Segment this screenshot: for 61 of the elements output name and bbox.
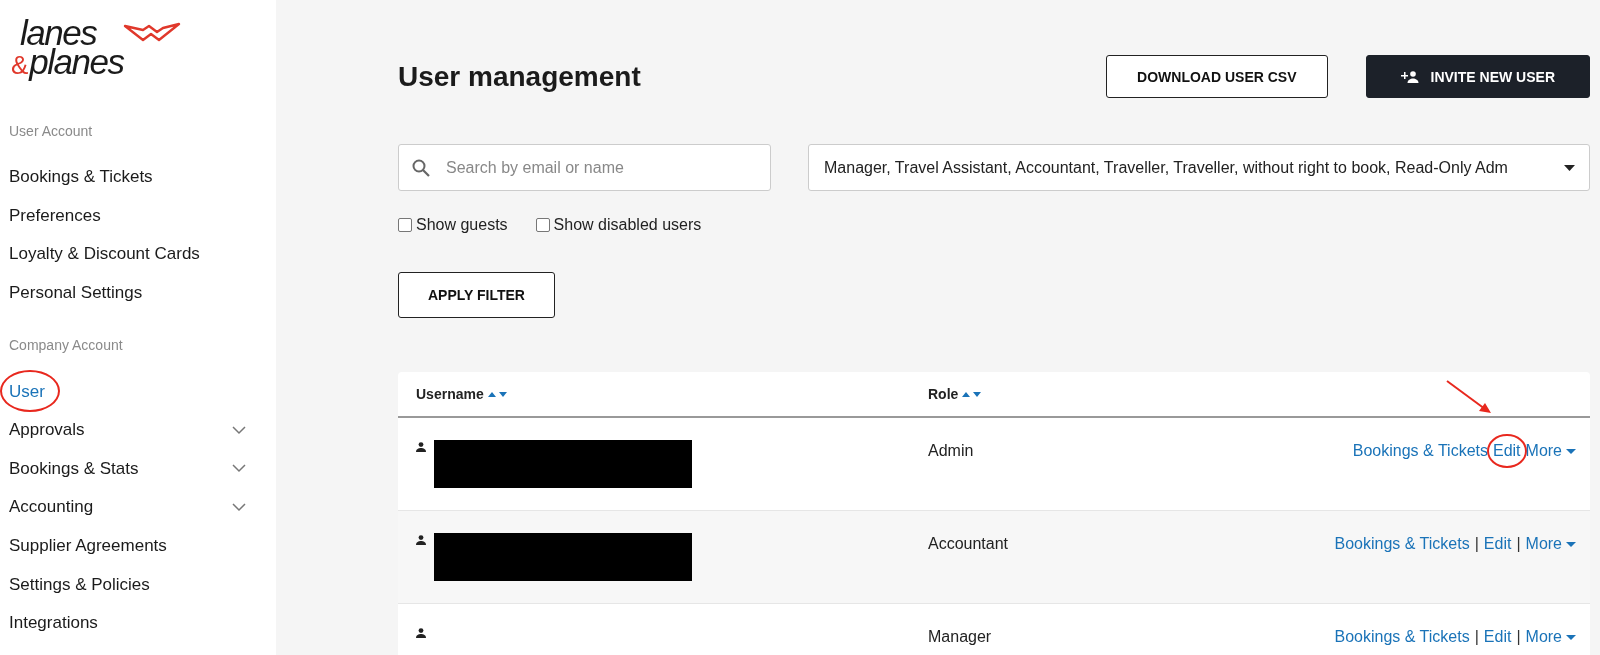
person-icon <box>416 628 426 638</box>
section-heading: Company Account <box>9 336 124 356</box>
action-link[interactable]: Bookings & Tickets <box>1334 628 1470 646</box>
invite-button[interactable]: INVITE NEW USER <box>1365 55 1590 98</box>
column-label: Username <box>416 386 484 402</box>
more-menu-link[interactable]: More <box>1525 628 1576 646</box>
sidebar-item[interactable]: User <box>9 372 246 411</box>
download-button[interactable]: DOWNLOAD USER CSV <box>1106 55 1328 98</box>
checkbox-option[interactable]: Show guests <box>398 216 508 234</box>
person-icon <box>416 442 426 452</box>
chevron-down-icon <box>232 464 246 474</box>
action-link[interactable]: Edit <box>1483 628 1512 646</box>
annotation-arrow <box>1444 379 1493 415</box>
separator-text: | <box>1516 628 1521 646</box>
chevron-down-icon <box>232 425 246 435</box>
action-link[interactable]: Bookings & Tickets <box>1334 535 1470 553</box>
checkbox[interactable] <box>398 218 412 232</box>
annotation-circle <box>0 370 60 413</box>
sidebar-item[interactable]: Loyalty & Discount Cards <box>9 235 246 274</box>
page-title: User management <box>398 60 641 93</box>
sidebar-item[interactable]: Personal Settings <box>9 273 246 313</box>
logo-text: lanes <box>20 18 97 47</box>
separator-text: | <box>1474 628 1479 646</box>
role-dropdown[interactable]: Manager, Travel Assistant, Accountant, Traveller, Traveller, without right to book, Read-Only Adm <box>808 144 1590 191</box>
caret-icon <box>1566 634 1576 640</box>
chevron-down-icon <box>232 502 246 512</box>
person-icon <box>416 535 426 545</box>
apply-filter-button[interactable]: APPLY FILTER <box>398 272 555 318</box>
action-link[interactable]: Edit <box>1483 535 1512 553</box>
add-user-icon <box>1400 70 1419 83</box>
more-menu-link[interactable]: More <box>1525 442 1576 460</box>
caret-icon <box>1564 164 1575 171</box>
search-icon <box>412 159 430 177</box>
logo[interactable]: lanes &planes <box>11 18 182 80</box>
sidebar-item[interactable]: Preferences <box>9 196 246 236</box>
sidebar-item[interactable]: Integrations <box>9 603 246 643</box>
column-label: Role <box>928 386 959 402</box>
sort-icon[interactable] <box>962 390 983 398</box>
separator-text: | <box>1516 535 1521 553</box>
sort-icon[interactable] <box>487 390 508 398</box>
sidebar-item[interactable]: Approvals <box>9 410 246 450</box>
action-link[interactable]: Bookings & Tickets <box>1352 442 1488 460</box>
caret-icon <box>1566 448 1576 454</box>
sidebar-item[interactable]: Bookings & Stats <box>9 449 246 489</box>
sidebar-item[interactable]: Settings & Policies <box>9 565 246 604</box>
caret-icon <box>1566 541 1576 547</box>
checkbox-option[interactable]: Show disabled users <box>535 216 702 234</box>
annotation-circle <box>1486 434 1527 468</box>
logo-text: &planes <box>11 47 124 80</box>
search-field[interactable]: Search by email or name <box>398 144 771 191</box>
separator-text: | <box>1474 535 1479 553</box>
checkbox[interactable] <box>535 218 550 232</box>
sidebar-item[interactable]: Bookings & Tickets <box>9 158 246 197</box>
more-menu-link[interactable]: More <box>1525 535 1576 553</box>
role-text: Accountant <box>928 535 1009 552</box>
action-link[interactable]: Edit <box>1492 442 1521 460</box>
section-heading: User Account <box>9 122 94 141</box>
sidebar-item[interactable]: Supplier Agreements <box>9 526 246 566</box>
sidebar-item[interactable]: Accounting <box>9 488 246 527</box>
role-text: Admin <box>928 442 974 459</box>
role-text: Manager <box>928 628 992 645</box>
